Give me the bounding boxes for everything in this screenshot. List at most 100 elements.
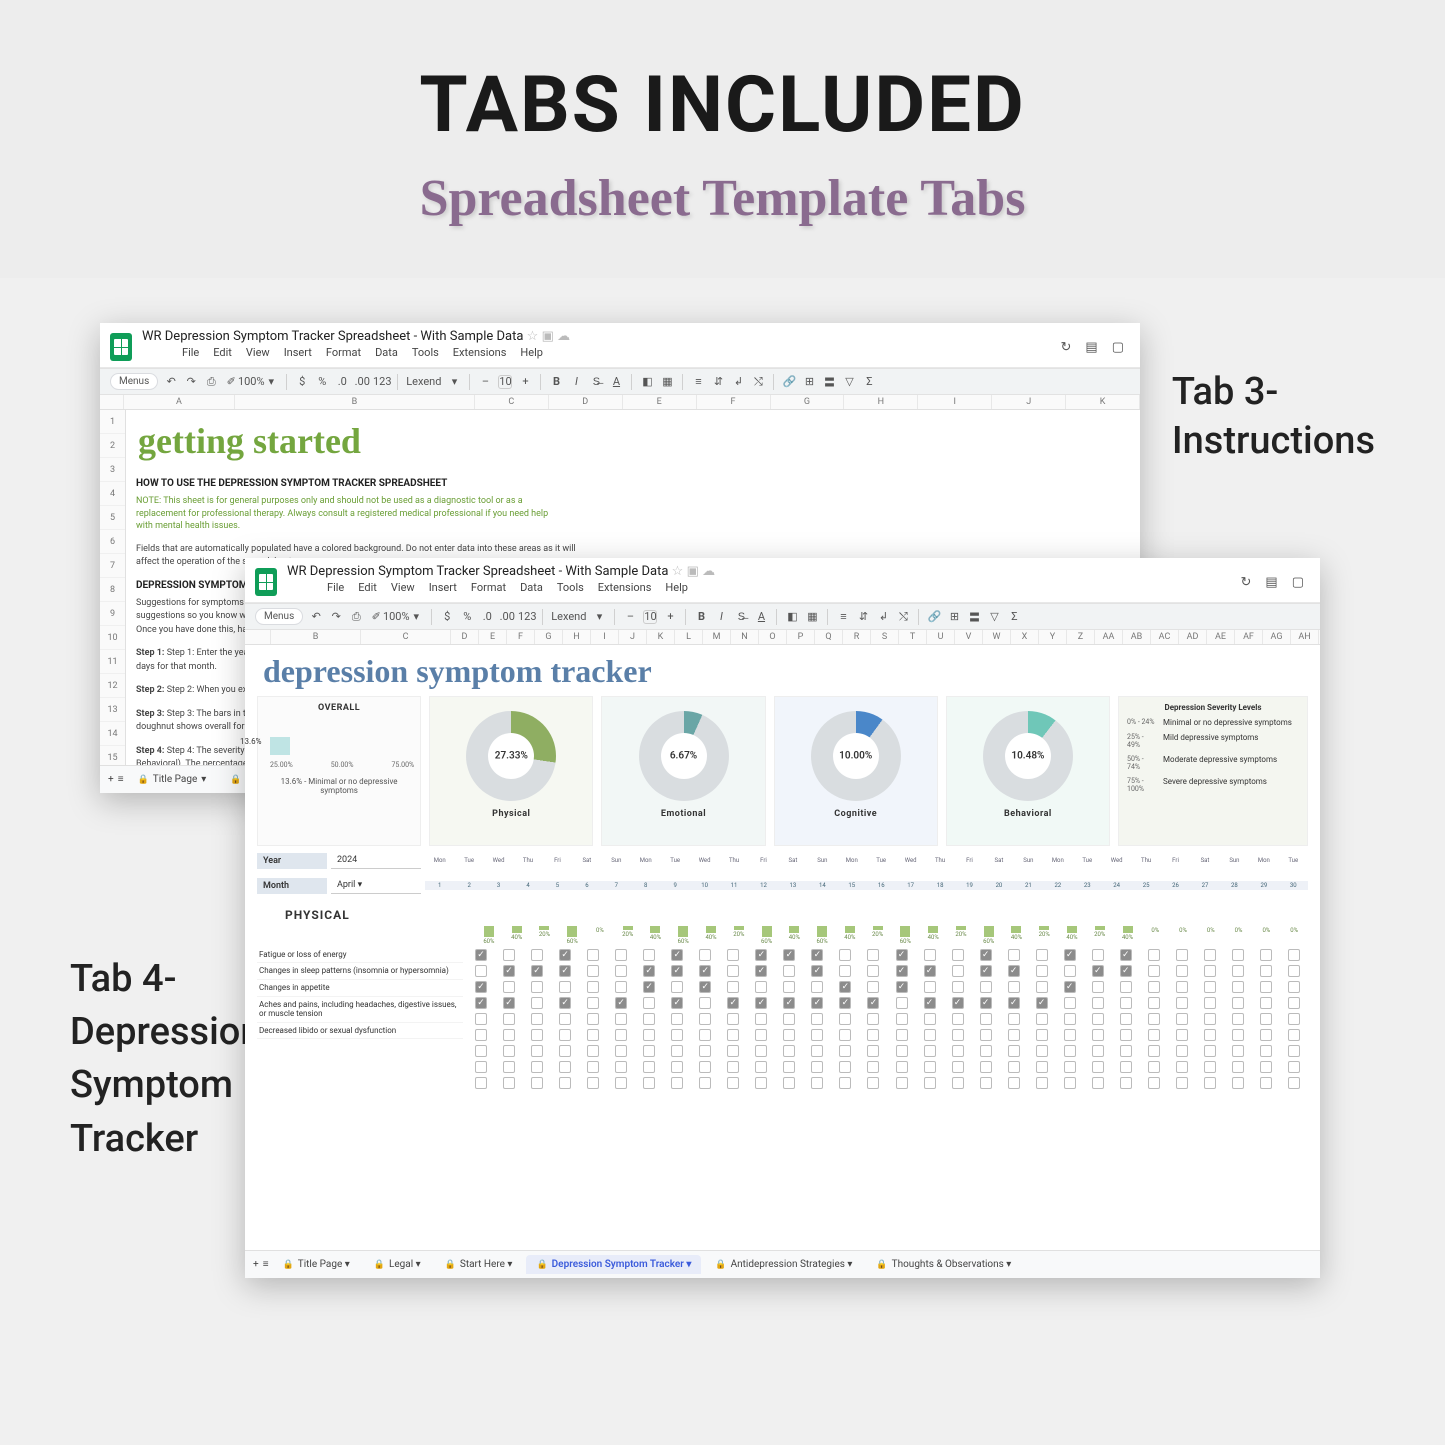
day-checkbox[interactable] bbox=[475, 1077, 487, 1089]
day-checkbox[interactable] bbox=[699, 1077, 711, 1089]
day-checkbox[interactable] bbox=[839, 1077, 851, 1089]
day-checkbox[interactable] bbox=[559, 1045, 571, 1057]
add-sheet-icon[interactable]: + bbox=[253, 1259, 259, 1270]
day-checkbox[interactable] bbox=[671, 1013, 683, 1025]
day-checkbox[interactable] bbox=[1260, 1061, 1272, 1073]
day-checkbox[interactable]: ✓ bbox=[783, 949, 795, 961]
day-checkbox[interactable]: ✓ bbox=[924, 965, 936, 977]
day-checkbox[interactable] bbox=[1064, 1061, 1076, 1073]
day-checkbox[interactable]: ✓ bbox=[671, 965, 683, 977]
day-checkbox[interactable] bbox=[867, 1045, 879, 1057]
day-checkbox[interactable]: ✓ bbox=[503, 965, 515, 977]
day-checkbox[interactable] bbox=[475, 1045, 487, 1057]
day-checkbox[interactable] bbox=[503, 1061, 515, 1073]
tab-depression-symptom-tracker[interactable]: 🔒Depression Symptom Tracker ▾ bbox=[526, 1255, 701, 1274]
day-checkbox[interactable] bbox=[559, 1061, 571, 1073]
cloud-icon[interactable]: ☁ bbox=[557, 329, 570, 344]
day-checkbox[interactable]: ✓ bbox=[559, 949, 571, 961]
tab-antidepression-strategies[interactable]: 🔒Antidepression Strategies ▾ bbox=[705, 1255, 862, 1274]
day-checkbox[interactable] bbox=[1036, 1045, 1048, 1057]
menu-edit[interactable]: Edit bbox=[213, 346, 232, 359]
day-checkbox[interactable] bbox=[867, 1077, 879, 1089]
day-checkbox[interactable] bbox=[1176, 949, 1188, 961]
border-icon[interactable]: ▦ bbox=[660, 375, 674, 389]
day-checkbox[interactable]: ✓ bbox=[1036, 997, 1048, 1009]
day-checkbox[interactable] bbox=[1008, 1061, 1020, 1073]
day-checkbox[interactable] bbox=[896, 1013, 908, 1025]
day-checkbox[interactable] bbox=[1232, 965, 1244, 977]
day-checkbox[interactable]: ✓ bbox=[811, 997, 823, 1009]
day-checkbox[interactable]: ✓ bbox=[980, 997, 992, 1009]
day-checkbox[interactable] bbox=[559, 981, 571, 993]
day-checkbox[interactable] bbox=[896, 1045, 908, 1057]
day-checkbox[interactable] bbox=[896, 1029, 908, 1041]
day-checkbox[interactable] bbox=[1036, 965, 1048, 977]
day-checkbox[interactable] bbox=[699, 1061, 711, 1073]
day-checkbox[interactable] bbox=[1176, 1029, 1188, 1041]
tab-bar[interactable]: + ≡ 🔒Title Page ▾🔒Legal ▾🔒Start Here ▾🔒D… bbox=[245, 1250, 1320, 1278]
day-checkbox[interactable] bbox=[1036, 1013, 1048, 1025]
day-checkbox[interactable] bbox=[643, 949, 655, 961]
day-checkbox[interactable] bbox=[671, 1029, 683, 1041]
day-checkbox[interactable]: ✓ bbox=[559, 997, 571, 1009]
day-checkbox[interactable]: ✓ bbox=[699, 981, 711, 993]
day-checkbox[interactable] bbox=[1064, 1029, 1076, 1041]
day-checkbox[interactable] bbox=[1092, 1045, 1104, 1057]
day-checkbox[interactable]: ✓ bbox=[811, 949, 823, 961]
menu-insert[interactable]: Insert bbox=[429, 581, 457, 594]
day-checkbox[interactable] bbox=[615, 965, 627, 977]
day-checkbox[interactable] bbox=[1176, 1013, 1188, 1025]
day-checkbox[interactable] bbox=[924, 949, 936, 961]
font-select[interactable]: Lexend bbox=[406, 375, 441, 389]
menu-help[interactable]: Help bbox=[520, 346, 543, 359]
day-checkbox[interactable] bbox=[671, 1061, 683, 1073]
day-checkbox[interactable] bbox=[1176, 1061, 1188, 1073]
day-checkbox[interactable] bbox=[783, 1077, 795, 1089]
menu-data[interactable]: Data bbox=[375, 346, 398, 359]
comment-icon[interactable]: ▤ bbox=[1265, 575, 1277, 590]
day-checkbox[interactable] bbox=[755, 981, 767, 993]
day-checkbox[interactable] bbox=[531, 1013, 543, 1025]
day-checkbox[interactable] bbox=[924, 1013, 936, 1025]
day-checkbox[interactable] bbox=[643, 997, 655, 1009]
day-checkbox[interactable] bbox=[755, 1077, 767, 1089]
day-checkbox[interactable] bbox=[839, 1045, 851, 1057]
day-checkbox[interactable] bbox=[952, 1013, 964, 1025]
toolbar[interactable]: Menus ↶↷ ⎙✐ 100%▾ $%.0.00123 Lexend▾ –10… bbox=[100, 368, 1140, 395]
folder-icon[interactable]: ▣ bbox=[542, 329, 554, 344]
day-checkbox[interactable] bbox=[1036, 1061, 1048, 1073]
day-checkbox[interactable] bbox=[671, 981, 683, 993]
day-checkbox[interactable] bbox=[643, 1045, 655, 1057]
day-checkbox[interactable]: ✓ bbox=[671, 949, 683, 961]
day-checkbox[interactable] bbox=[1260, 949, 1272, 961]
day-checkbox[interactable] bbox=[783, 1029, 795, 1041]
day-checkbox[interactable]: ✓ bbox=[1092, 965, 1104, 977]
day-checkbox[interactable] bbox=[587, 965, 599, 977]
day-checkbox[interactable]: ✓ bbox=[643, 981, 655, 993]
day-checkbox[interactable] bbox=[783, 1061, 795, 1073]
menu-file[interactable]: File bbox=[182, 346, 199, 359]
day-checkbox[interactable] bbox=[531, 981, 543, 993]
menu-insert[interactable]: Insert bbox=[284, 346, 312, 359]
day-checkbox[interactable] bbox=[559, 1013, 571, 1025]
day-checkbox[interactable] bbox=[783, 981, 795, 993]
day-checkbox[interactable] bbox=[671, 1077, 683, 1089]
day-checkbox[interactable] bbox=[896, 1077, 908, 1089]
day-checkbox[interactable] bbox=[783, 1045, 795, 1057]
day-checkbox[interactable] bbox=[1064, 1077, 1076, 1089]
day-checkbox[interactable] bbox=[980, 1061, 992, 1073]
day-checkbox[interactable] bbox=[727, 1045, 739, 1057]
day-checkbox[interactable] bbox=[839, 1061, 851, 1073]
day-checkbox[interactable]: ✓ bbox=[615, 997, 627, 1009]
day-checkbox[interactable] bbox=[980, 1045, 992, 1057]
day-checkbox[interactable] bbox=[924, 1077, 936, 1089]
day-checkbox[interactable] bbox=[1008, 981, 1020, 993]
day-checkbox[interactable] bbox=[1120, 1061, 1132, 1073]
day-checkbox[interactable] bbox=[587, 949, 599, 961]
day-checkbox[interactable] bbox=[1176, 1077, 1188, 1089]
tab-thoughts-&-observations[interactable]: 🔒Thoughts & Observations ▾ bbox=[866, 1255, 1021, 1274]
toolbar[interactable]: Menus ↶↷⎙✐ 100%▾ $%.0.00123 Lexend▾ –10+… bbox=[245, 603, 1320, 630]
day-checkbox[interactable] bbox=[1092, 1061, 1104, 1073]
day-checkbox[interactable]: ✓ bbox=[559, 965, 571, 977]
day-checkbox[interactable] bbox=[896, 997, 908, 1009]
